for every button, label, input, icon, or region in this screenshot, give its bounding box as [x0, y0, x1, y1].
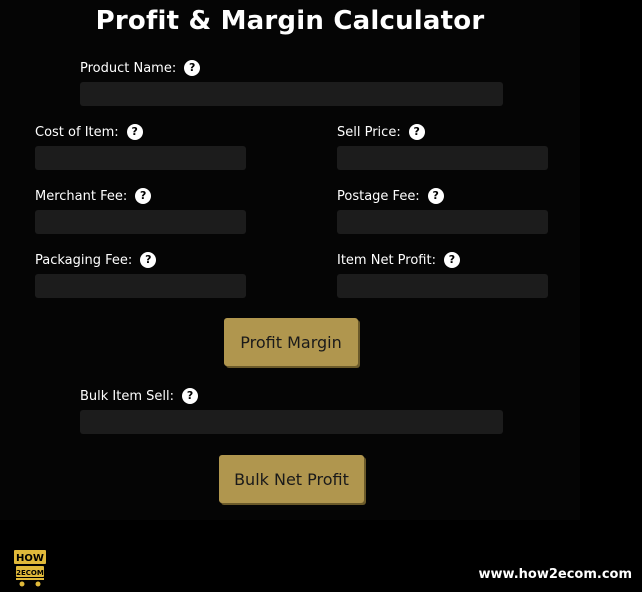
postage-fee-label: Postage Fee: ?	[337, 188, 444, 204]
sell-price-label: Sell Price: ?	[337, 124, 425, 140]
help-icon[interactable]: ?	[135, 188, 152, 204]
how2ecom-logo[interactable]: HOW 2ECOM	[12, 548, 48, 588]
logo-text-top: HOW	[16, 553, 44, 564]
cart-logo-icon: HOW 2ECOM	[14, 550, 46, 587]
bulk-net-profit-button[interactable]: Bulk Net Profit	[219, 455, 364, 503]
help-icon[interactable]: ?	[126, 124, 143, 140]
profit-margin-button[interactable]: Profit Margin	[224, 318, 358, 366]
site-url[interactable]: www.how2ecom.com	[479, 567, 633, 582]
product-name-label: Product Name: ?	[80, 60, 201, 76]
sell-price-input[interactable]	[337, 146, 548, 170]
packaging-fee-input[interactable]	[35, 274, 246, 298]
cost-of-item-label: Cost of Item: ?	[35, 124, 143, 140]
help-icon[interactable]: ?	[140, 252, 157, 268]
help-icon[interactable]: ?	[182, 388, 199, 404]
product-name-input[interactable]	[80, 82, 503, 106]
help-icon[interactable]: ?	[408, 124, 425, 140]
postage-fee-input[interactable]	[337, 210, 548, 234]
bulk-item-sell-input[interactable]	[80, 410, 503, 434]
cost-of-item-input[interactable]	[35, 146, 246, 170]
logo-text-bottom: 2ECOM	[16, 569, 44, 577]
item-net-profit-label: Item Net Profit: ?	[337, 252, 460, 268]
help-icon[interactable]: ?	[184, 60, 201, 76]
item-net-profit-output[interactable]	[337, 274, 548, 298]
page-title: Profit & Margin Calculator	[95, 6, 485, 36]
bulk-item-sell-label: Bulk Item Sell: ?	[80, 388, 199, 404]
merchant-fee-input[interactable]	[35, 210, 246, 234]
merchant-fee-label: Merchant Fee: ?	[35, 188, 152, 204]
help-icon[interactable]: ?	[443, 252, 460, 268]
help-icon[interactable]: ?	[427, 188, 444, 204]
calculator-panel: Profit & Margin Calculator Product Name:…	[0, 0, 580, 520]
packaging-fee-label: Packaging Fee: ?	[35, 252, 157, 268]
